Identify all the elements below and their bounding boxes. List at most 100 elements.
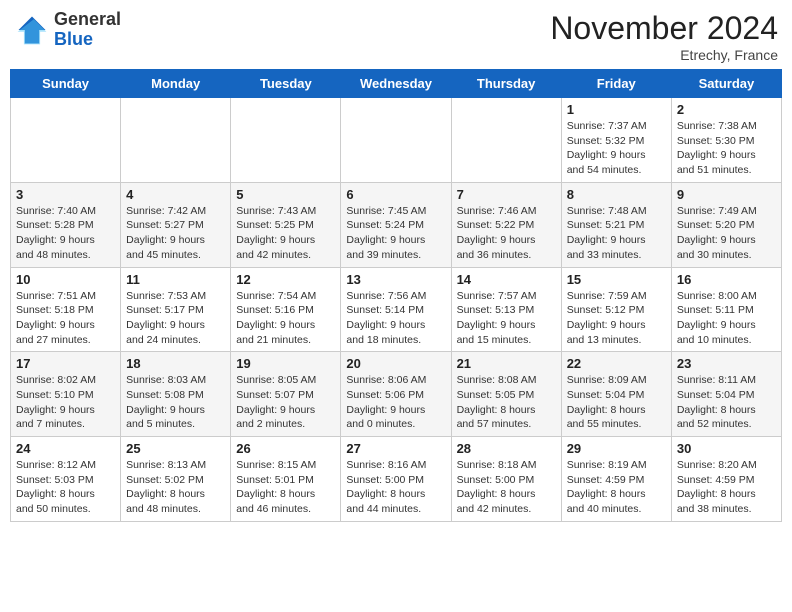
day-detail: Sunrise: 8:18 AM Sunset: 5:00 PM Dayligh… (457, 458, 556, 517)
day-detail: Sunrise: 8:13 AM Sunset: 5:02 PM Dayligh… (126, 458, 225, 517)
calendar-cell (231, 98, 341, 183)
logo-blue: Blue (54, 30, 121, 50)
day-detail: Sunrise: 7:42 AM Sunset: 5:27 PM Dayligh… (126, 204, 225, 263)
day-number: 28 (457, 441, 556, 456)
day-number: 20 (346, 356, 445, 371)
day-number: 2 (677, 102, 776, 117)
calendar-cell: 20Sunrise: 8:06 AM Sunset: 5:06 PM Dayli… (341, 352, 451, 437)
day-detail: Sunrise: 8:15 AM Sunset: 5:01 PM Dayligh… (236, 458, 335, 517)
calendar-cell: 24 Sunrise: 8:12 AM Sunset: 5:03 PM Dayli… (11, 437, 121, 522)
day-detail: Sunrise: 7:37 AM Sunset: 5:32 PM Dayligh… (567, 119, 666, 178)
weekday-header-tuesday: Tuesday (231, 70, 341, 98)
day-number: 14 (457, 272, 556, 287)
day-detail: Sunrise: 7:53 AM Sunset: 5:17 PM Dayligh… (126, 289, 225, 348)
day-detail: Sunrise: 8:11 AM Sunset: 5:04 PM Dayligh… (677, 373, 776, 432)
location: Etrechy, France (550, 47, 778, 63)
calendar-cell: 23 Sunrise: 8:11 AM Sunset: 5:04 PM Dayli… (671, 352, 781, 437)
day-number: 1 (567, 102, 666, 117)
day-number: 9 (677, 187, 776, 202)
day-detail: Sunrise: 7:48 AM Sunset: 5:21 PM Dayligh… (567, 204, 666, 263)
header: General Blue November 2024 Etrechy, Fran… (10, 10, 782, 63)
calendar-cell: 7 Sunrise: 7:46 AM Sunset: 5:22 PM Daylig… (451, 182, 561, 267)
calendar-week-row: 17Sunrise: 8:02 AM Sunset: 5:10 PM Dayli… (11, 352, 782, 437)
day-number: 24 (16, 441, 115, 456)
day-number: 23 (677, 356, 776, 371)
day-detail: Sunrise: 7:59 AM Sunset: 5:12 PM Dayligh… (567, 289, 666, 348)
calendar-cell (341, 98, 451, 183)
calendar-cell: 15 Sunrise: 7:59 AM Sunset: 5:12 PM Dayli… (561, 267, 671, 352)
day-detail: Sunrise: 7:38 AM Sunset: 5:30 PM Dayligh… (677, 119, 776, 178)
day-number: 15 (567, 272, 666, 287)
calendar-cell: 18Sunrise: 8:03 AM Sunset: 5:08 PM Dayli… (121, 352, 231, 437)
day-detail: Sunrise: 7:54 AM Sunset: 5:16 PM Dayligh… (236, 289, 335, 348)
calendar-cell: 14 Sunrise: 7:57 AM Sunset: 5:13 PM Dayli… (451, 267, 561, 352)
calendar-body: 1 Sunrise: 7:37 AM Sunset: 5:32 PM Daylig… (11, 98, 782, 522)
day-detail: Sunrise: 8:12 AM Sunset: 5:03 PM Dayligh… (16, 458, 115, 517)
calendar-cell: 27Sunrise: 8:16 AM Sunset: 5:00 PM Dayli… (341, 437, 451, 522)
calendar-cell: 1 Sunrise: 7:37 AM Sunset: 5:32 PM Daylig… (561, 98, 671, 183)
weekday-header-row: SundayMondayTuesdayWednesdayThursdayFrid… (11, 70, 782, 98)
day-number: 26 (236, 441, 335, 456)
day-detail: Sunrise: 7:40 AM Sunset: 5:28 PM Dayligh… (16, 204, 115, 263)
calendar-cell: 4 Sunrise: 7:42 AM Sunset: 5:27 PM Daylig… (121, 182, 231, 267)
day-number: 10 (16, 272, 115, 287)
calendar-cell: 21Sunrise: 8:08 AM Sunset: 5:05 PM Dayli… (451, 352, 561, 437)
day-detail: Sunrise: 8:09 AM Sunset: 5:04 PM Dayligh… (567, 373, 666, 432)
logo: General Blue (14, 10, 121, 50)
day-detail: Sunrise: 7:51 AM Sunset: 5:18 PM Dayligh… (16, 289, 115, 348)
day-detail: Sunrise: 8:08 AM Sunset: 5:05 PM Dayligh… (457, 373, 556, 432)
day-detail: Sunrise: 7:49 AM Sunset: 5:20 PM Dayligh… (677, 204, 776, 263)
title-area: November 2024 Etrechy, France (550, 10, 778, 63)
calendar-cell: 29 Sunrise: 8:19 AM Sunset: 4:59 PM Dayli… (561, 437, 671, 522)
day-detail: Sunrise: 7:45 AM Sunset: 5:24 PM Dayligh… (346, 204, 445, 263)
calendar-cell: 5 Sunrise: 7:43 AM Sunset: 5:25 PM Daylig… (231, 182, 341, 267)
calendar-cell: 25 Sunrise: 8:13 AM Sunset: 5:02 PM Dayli… (121, 437, 231, 522)
day-number: 22 (567, 356, 666, 371)
day-detail: Sunrise: 7:56 AM Sunset: 5:14 PM Dayligh… (346, 289, 445, 348)
calendar-cell: 3 Sunrise: 7:40 AM Sunset: 5:28 PM Daylig… (11, 182, 121, 267)
day-number: 29 (567, 441, 666, 456)
calendar-week-row: 10 Sunrise: 7:51 AM Sunset: 5:18 PM Dayli… (11, 267, 782, 352)
calendar-cell: 2 Sunrise: 7:38 AM Sunset: 5:30 PM Daylig… (671, 98, 781, 183)
day-number: 4 (126, 187, 225, 202)
calendar-week-row: 3 Sunrise: 7:40 AM Sunset: 5:28 PM Daylig… (11, 182, 782, 267)
day-number: 16 (677, 272, 776, 287)
calendar-table: SundayMondayTuesdayWednesdayThursdayFrid… (10, 69, 782, 522)
calendar-cell: 6 Sunrise: 7:45 AM Sunset: 5:24 PM Daylig… (341, 182, 451, 267)
day-number: 17 (16, 356, 115, 371)
day-number: 8 (567, 187, 666, 202)
day-number: 12 (236, 272, 335, 287)
day-number: 25 (126, 441, 225, 456)
day-number: 3 (16, 187, 115, 202)
calendar-cell: 16 Sunrise: 8:00 AM Sunset: 5:11 PM Dayli… (671, 267, 781, 352)
weekday-header-thursday: Thursday (451, 70, 561, 98)
weekday-header-saturday: Saturday (671, 70, 781, 98)
day-number: 19 (236, 356, 335, 371)
logo-text: General Blue (54, 10, 121, 50)
calendar-cell: 13 Sunrise: 7:56 AM Sunset: 5:14 PM Dayli… (341, 267, 451, 352)
day-number: 13 (346, 272, 445, 287)
calendar-week-row: 24 Sunrise: 8:12 AM Sunset: 5:03 PM Dayli… (11, 437, 782, 522)
day-detail: Sunrise: 8:20 AM Sunset: 4:59 PM Dayligh… (677, 458, 776, 517)
day-detail: Sunrise: 8:00 AM Sunset: 5:11 PM Dayligh… (677, 289, 776, 348)
calendar-cell: 28 Sunrise: 8:18 AM Sunset: 5:00 PM Dayli… (451, 437, 561, 522)
day-detail: Sunrise: 7:43 AM Sunset: 5:25 PM Dayligh… (236, 204, 335, 263)
day-number: 7 (457, 187, 556, 202)
calendar-cell: 17Sunrise: 8:02 AM Sunset: 5:10 PM Dayli… (11, 352, 121, 437)
day-detail: Sunrise: 8:05 AM Sunset: 5:07 PM Dayligh… (236, 373, 335, 432)
weekday-header-friday: Friday (561, 70, 671, 98)
logo-icon (14, 12, 50, 48)
calendar-cell: 19 Sunrise: 8:05 AM Sunset: 5:07 PM Dayli… (231, 352, 341, 437)
day-number: 6 (346, 187, 445, 202)
day-number: 5 (236, 187, 335, 202)
weekday-header-sunday: Sunday (11, 70, 121, 98)
calendar-cell: 8 Sunrise: 7:48 AM Sunset: 5:21 PM Daylig… (561, 182, 671, 267)
calendar-cell: 9 Sunrise: 7:49 AM Sunset: 5:20 PM Daylig… (671, 182, 781, 267)
calendar-cell: 12 Sunrise: 7:54 AM Sunset: 5:16 PM Dayli… (231, 267, 341, 352)
day-detail: Sunrise: 7:57 AM Sunset: 5:13 PM Dayligh… (457, 289, 556, 348)
calendar-cell (121, 98, 231, 183)
calendar-cell (11, 98, 121, 183)
day-detail: Sunrise: 8:19 AM Sunset: 4:59 PM Dayligh… (567, 458, 666, 517)
day-detail: Sunrise: 7:46 AM Sunset: 5:22 PM Dayligh… (457, 204, 556, 263)
weekday-header-wednesday: Wednesday (341, 70, 451, 98)
